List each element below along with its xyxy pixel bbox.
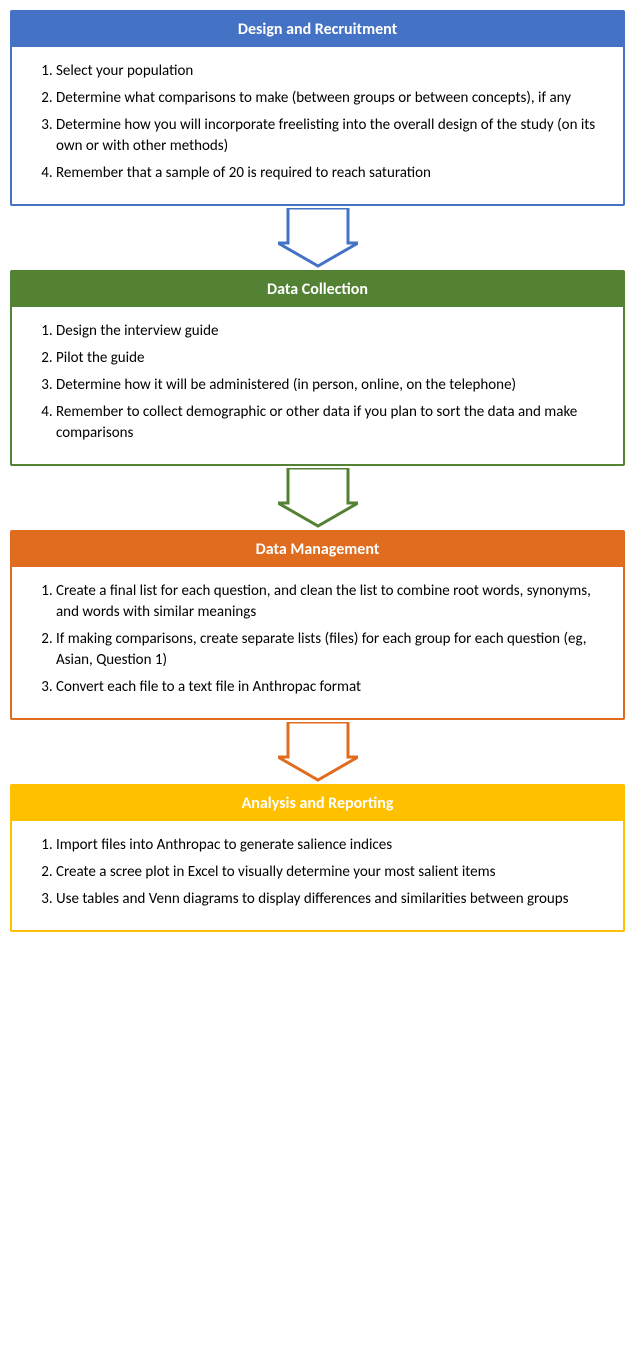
list-item: Determine how you will incorporate freel…: [56, 115, 609, 157]
data-management-section: Data Management Create a final list for …: [10, 530, 625, 720]
list-item: Use tables and Venn diagrams to display …: [56, 889, 609, 910]
list-item: Create a scree plot in Excel to visually…: [56, 862, 609, 883]
data-management-list: Create a final list for each question, a…: [32, 581, 609, 698]
design-recruitment-body: Select your population Determine what co…: [12, 47, 623, 204]
arrow-2: [278, 466, 358, 530]
data-collection-section: Data Collection Design the interview gui…: [10, 270, 625, 466]
data-collection-list: Design the interview guide Pilot the gui…: [32, 321, 609, 444]
list-item: Remember that a sample of 20 is required…: [56, 163, 609, 184]
down-arrow-blue-icon: [278, 208, 358, 268]
list-item: Select your population: [56, 61, 609, 82]
design-recruitment-list: Select your population Determine what co…: [32, 61, 609, 184]
list-item: Create a final list for each question, a…: [56, 581, 609, 623]
flow-diagram: Design and Recruitment Select your popul…: [10, 10, 625, 932]
arrow-3: [278, 720, 358, 784]
data-collection-header: Data Collection: [12, 272, 623, 307]
design-recruitment-section: Design and Recruitment Select your popul…: [10, 10, 625, 206]
analysis-reporting-header: Analysis and Reporting: [12, 786, 623, 821]
list-item: Convert each file to a text file in Anth…: [56, 677, 609, 698]
design-recruitment-header: Design and Recruitment: [12, 12, 623, 47]
arrow-1: [278, 206, 358, 270]
list-item: Import files into Anthropac to generate …: [56, 835, 609, 856]
down-arrow-orange-icon: [278, 722, 358, 782]
list-item: If making comparisons, create separate l…: [56, 629, 609, 671]
data-management-header: Data Management: [12, 532, 623, 567]
list-item: Pilot the guide: [56, 348, 609, 369]
data-collection-body: Design the interview guide Pilot the gui…: [12, 307, 623, 464]
down-arrow-green-icon: [278, 468, 358, 528]
analysis-reporting-list: Import files into Anthropac to generate …: [32, 835, 609, 910]
list-item: Determine what comparisons to make (betw…: [56, 88, 609, 109]
data-management-body: Create a final list for each question, a…: [12, 567, 623, 718]
list-item: Design the interview guide: [56, 321, 609, 342]
analysis-reporting-body: Import files into Anthropac to generate …: [12, 821, 623, 930]
list-item: Determine how it will be administered (i…: [56, 375, 609, 396]
analysis-reporting-section: Analysis and Reporting Import files into…: [10, 784, 625, 932]
list-item: Remember to collect demographic or other…: [56, 402, 609, 444]
